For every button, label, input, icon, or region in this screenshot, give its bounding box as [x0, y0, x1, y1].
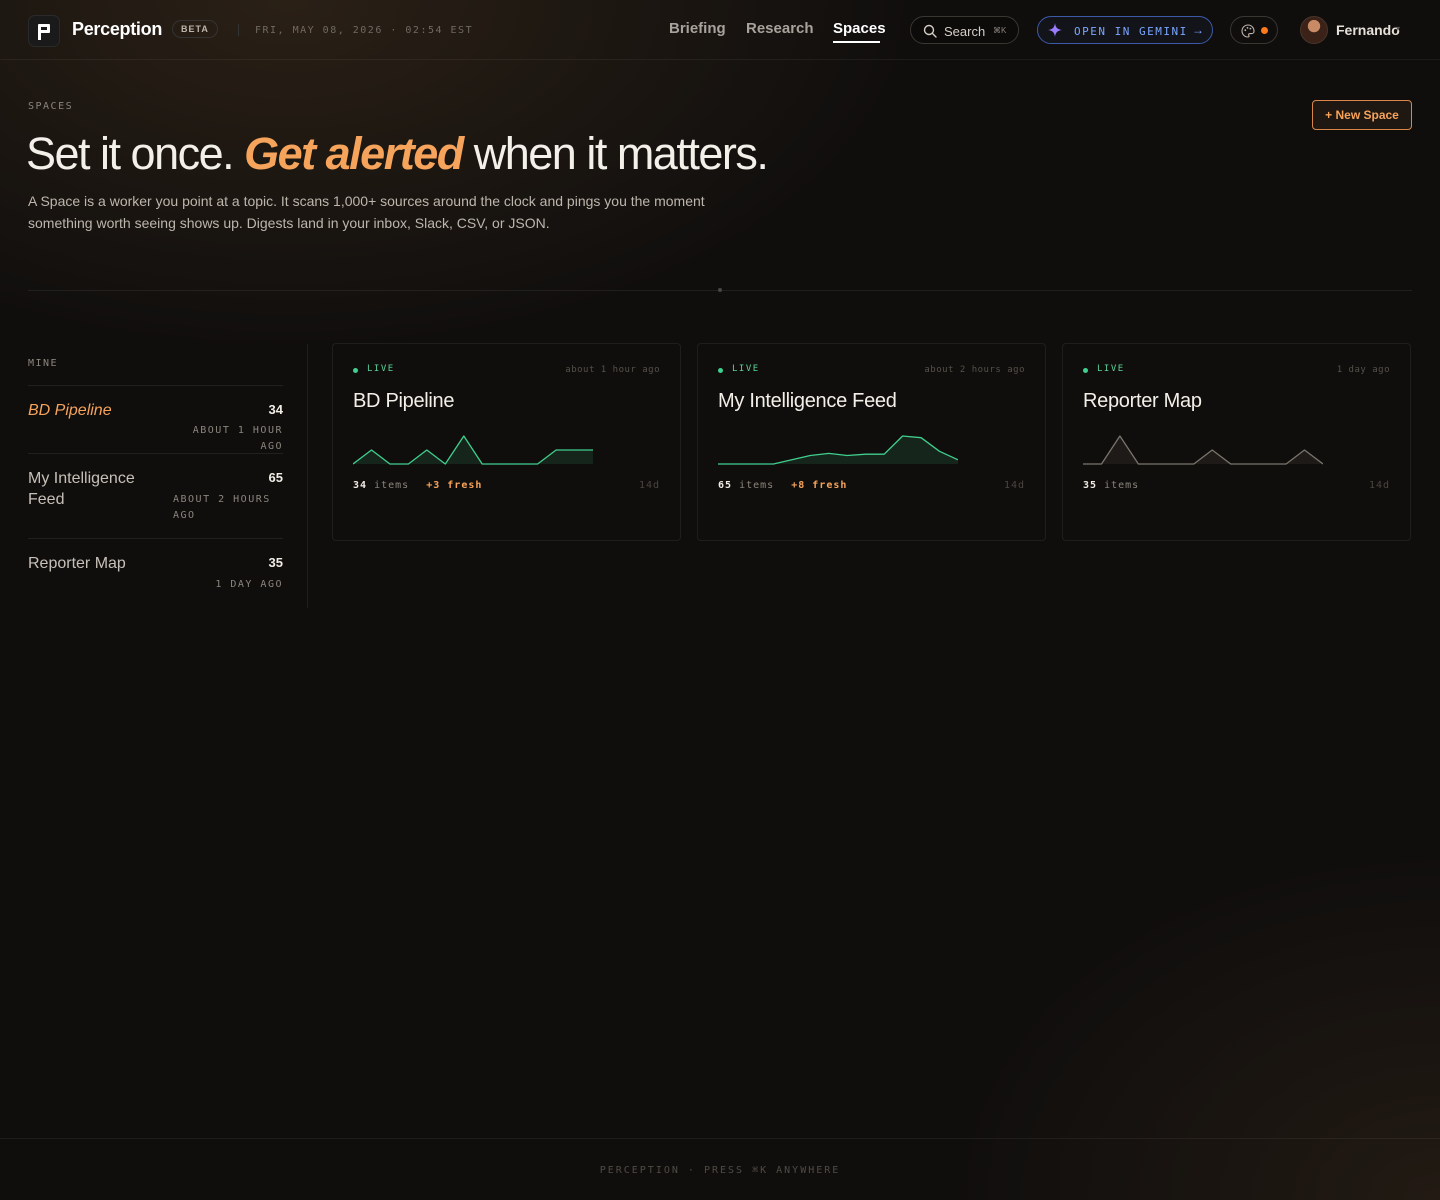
card-fresh-count: +8 fresh: [791, 480, 848, 491]
card-title: My Intelligence Feed: [718, 390, 897, 412]
space-card-my-intelligence-feed[interactable]: LIVE about 2 hours ago My Intelligence F…: [697, 343, 1046, 541]
search-icon: [923, 24, 937, 38]
card-item-count: 65: [718, 480, 733, 491]
space-card-bd-pipeline[interactable]: LIVE about 1 hour ago BD Pipeline 34 ite…: [332, 343, 681, 541]
theme-status-dot: [1261, 27, 1268, 34]
top-bar: Perception BETA FRI, MAY 08, 2026 · 02:5…: [0, 0, 1440, 60]
live-status-dot: [718, 368, 723, 373]
sidebar-item-time: ABOUT 1 HOUR AGO: [192, 425, 283, 452]
nav-active-indicator: [833, 41, 880, 43]
card-status: LIVE: [1097, 364, 1125, 374]
theme-toggle[interactable]: [1230, 16, 1278, 44]
card-updated-time: about 2 hours ago: [924, 365, 1025, 375]
sidebar-divider: [28, 385, 283, 386]
card-items-label: items: [739, 480, 775, 491]
sidebar-item-count: 65: [268, 470, 283, 485]
headline-accent: Get alerted: [244, 128, 464, 179]
card-title: Reporter Map: [1083, 390, 1202, 412]
card-items-label: items: [374, 480, 410, 491]
card-stats: 65 items +8 fresh: [718, 480, 847, 491]
search-label: Search: [944, 24, 986, 39]
live-status-dot: [1083, 368, 1088, 373]
live-status-dot: [353, 368, 358, 373]
new-space-button[interactable]: + New Space: [1312, 100, 1412, 130]
header-separator: [238, 24, 239, 36]
sidebar-divider: [28, 538, 283, 539]
sidebar-item-my-intelligence-feed[interactable]: My Intelligence Feed 65 ABOUT 2 HOURS AG…: [28, 468, 283, 528]
sidebar-item-time: 1 DAY AGO: [215, 579, 283, 590]
card-range: 14d: [638, 480, 660, 491]
activity-sparkline: [718, 435, 958, 465]
space-card-reporter-map[interactable]: LIVE 1 day ago Reporter Map 35 items 14d: [1062, 343, 1411, 541]
card-updated-time: 1 day ago: [1336, 365, 1390, 375]
sidebar-item-label: Reporter Map: [28, 555, 126, 572]
page-description: A Space is a worker you point at a topic…: [28, 193, 705, 231]
card-title: BD Pipeline: [353, 390, 455, 412]
section-eyebrow: SPACES: [28, 101, 74, 112]
nav-research[interactable]: Research: [746, 20, 814, 37]
sidebar-divider: [28, 453, 283, 454]
card-items-label: items: [1104, 480, 1140, 491]
card-updated-time: about 1 hour ago: [565, 365, 660, 375]
sidebar-item-bd-pipeline[interactable]: BD Pipeline 34 ABOUT 1 HOUR AGO: [28, 400, 283, 452]
sparkline-area: [1083, 436, 1323, 464]
card-stats: 34 items +3 fresh: [353, 480, 482, 491]
search-shortcut: ⌘K: [993, 26, 1007, 35]
sparkline-area: [718, 436, 958, 464]
activity-sparkline: [353, 435, 593, 465]
chevron-down-icon[interactable]: ▾: [1396, 24, 1400, 33]
gemini-label: OPEN IN GEMINI: [1074, 25, 1188, 38]
beta-badge: BETA: [172, 20, 218, 38]
open-in-gemini-button[interactable]: OPEN IN GEMINI →: [1037, 16, 1213, 44]
nav-briefing[interactable]: Briefing: [669, 20, 726, 37]
sidebar-item-count: 34: [268, 402, 283, 417]
perception-logo-icon[interactable]: [28, 15, 60, 47]
sidebar-border: [307, 344, 308, 608]
card-status: LIVE: [732, 364, 760, 374]
search-button[interactable]: Search ⌘K: [910, 16, 1019, 44]
sidebar-item-reporter-map[interactable]: Reporter Map 35 1 DAY AGO: [28, 553, 283, 598]
divider-dot: [718, 288, 722, 292]
sidebar-item-label: My Intelligence Feed: [28, 470, 135, 508]
user-name[interactable]: Fernando: [1336, 22, 1400, 38]
headline-prefix: Set it once.: [26, 128, 245, 179]
sidebar-title: MINE: [28, 358, 59, 369]
card-status: LIVE: [367, 364, 395, 374]
card-range: 14d: [1003, 480, 1025, 491]
nav-spaces[interactable]: Spaces: [833, 20, 886, 37]
headline-suffix: when it matters.: [462, 128, 769, 179]
card-item-count: 35: [1083, 480, 1098, 491]
page-title: Set it once. Get alerted when it matters…: [26, 128, 769, 180]
footer-hint: PERCEPTION · PRESS ⌘K ANYWHERE: [599, 1165, 841, 1176]
current-date: FRI, MAY 08, 2026 · 02:54 EST: [255, 25, 474, 36]
sidebar-item-time: ABOUT 2 HOURS AGO: [173, 494, 271, 521]
footer-divider: [0, 1138, 1440, 1139]
sidebar-item-count: 35: [268, 555, 283, 570]
card-item-count: 34: [353, 480, 368, 491]
card-fresh-count: +3 fresh: [426, 480, 483, 491]
sparkle-icon: [1048, 23, 1062, 37]
activity-sparkline: [1083, 435, 1323, 465]
arrow-right-icon: →: [1192, 23, 1204, 37]
palette-icon: [1241, 24, 1255, 38]
card-range: 14d: [1368, 480, 1390, 491]
user-avatar[interactable]: [1300, 16, 1328, 44]
card-stats: 35 items: [1083, 480, 1149, 491]
sidebar-item-label: BD Pipeline: [28, 402, 112, 419]
brand-name[interactable]: Perception: [72, 19, 162, 40]
